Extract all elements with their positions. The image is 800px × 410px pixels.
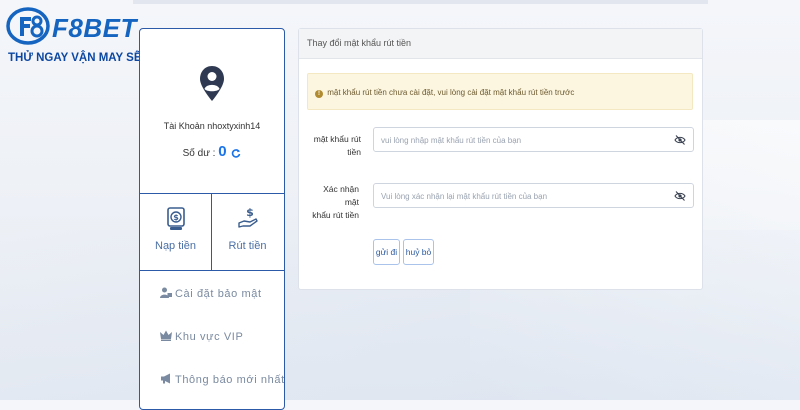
balance-line: Số dư : 0 [140, 143, 284, 160]
eye-slash-icon[interactable] [674, 190, 686, 202]
submit-button[interactable]: gửi đi [373, 239, 400, 265]
crown-icon [160, 330, 172, 341]
cancel-button[interactable]: huỷ bỏ [403, 239, 434, 265]
deposit-label: Nạp tiền [155, 240, 196, 252]
menu-label: Thông báo mới nhất [175, 374, 285, 386]
profile-card: Tài Khoản nhoxtyxinh14 Số dư : 0 [140, 29, 284, 194]
confirm-password-label: Xác nhận mật khẩu rút tiền [307, 183, 359, 222]
account-sidebar: Tài Khoản nhoxtyxinh14 Số dư : 0 $ Nạp t… [139, 28, 285, 410]
user-lock-icon [160, 287, 172, 298]
label-line: khẩu rút tiền [312, 210, 359, 220]
username: nhoxtyxinh14 [207, 121, 261, 131]
svg-text:$: $ [173, 213, 179, 222]
confirm-password-input[interactable] [379, 185, 673, 208]
withdraw-icon: $ [237, 206, 258, 228]
withdraw-password-input[interactable] [379, 129, 673, 152]
deposit-button[interactable]: $ Nạp tiền [140, 194, 212, 270]
menu-security-settings[interactable]: Cài đặt bảo mật [160, 287, 284, 300]
svg-text:$: $ [246, 206, 254, 219]
menu-label: Khu vực VIP [175, 331, 244, 343]
alert-text: mật khẩu rút tiền chưa cài đặt, vui lòng… [327, 88, 575, 97]
balance-label: Số dư : [182, 148, 216, 159]
withdraw-password-label: mật khẩu rút tiền [313, 134, 361, 157]
account-line: Tài Khoản nhoxtyxinh14 [140, 121, 284, 131]
confirm-password-field [373, 183, 694, 208]
deposit-icon: $ [166, 207, 185, 230]
menu-label: Cài đặt bảo mật [175, 288, 262, 300]
wallet-actions: $ Nạp tiền $ Rút tiền [140, 194, 284, 271]
menu-latest-notices[interactable]: Thông báo mới nhất [160, 373, 284, 386]
balance-value: 0 [218, 143, 227, 160]
label-line: Xác nhận mật [323, 184, 359, 207]
warning-alert: ! mật khẩu rút tiền chưa cài đặt, vui lò… [307, 73, 693, 110]
refresh-icon[interactable] [231, 148, 241, 159]
eye-slash-icon[interactable] [674, 134, 686, 146]
withdraw-button[interactable]: $ Rút tiền [212, 194, 283, 270]
panel-title: Thay đổi mật khẩu rút tiền [299, 29, 702, 59]
withdraw-password-panel: Thay đổi mật khẩu rút tiền ! mật khẩu rú… [298, 28, 703, 290]
top-strip [133, 0, 708, 4]
logo-text: F8BET [52, 13, 137, 43]
warning-icon: ! [315, 90, 323, 98]
menu-vip-area[interactable]: Khu vực VIP [160, 330, 284, 343]
brand-logo[interactable]: F8BET THỬ NGAY VẬN MAY SẼ ĐẾN [6, 6, 169, 66]
megaphone-icon [161, 373, 170, 384]
f8-logo-icon [6, 7, 50, 45]
user-avatar-icon [200, 66, 224, 101]
withdraw-password-field [373, 127, 694, 152]
account-label: Tài Khoản [163, 121, 205, 131]
withdraw-label: Rút tiền [228, 240, 267, 252]
